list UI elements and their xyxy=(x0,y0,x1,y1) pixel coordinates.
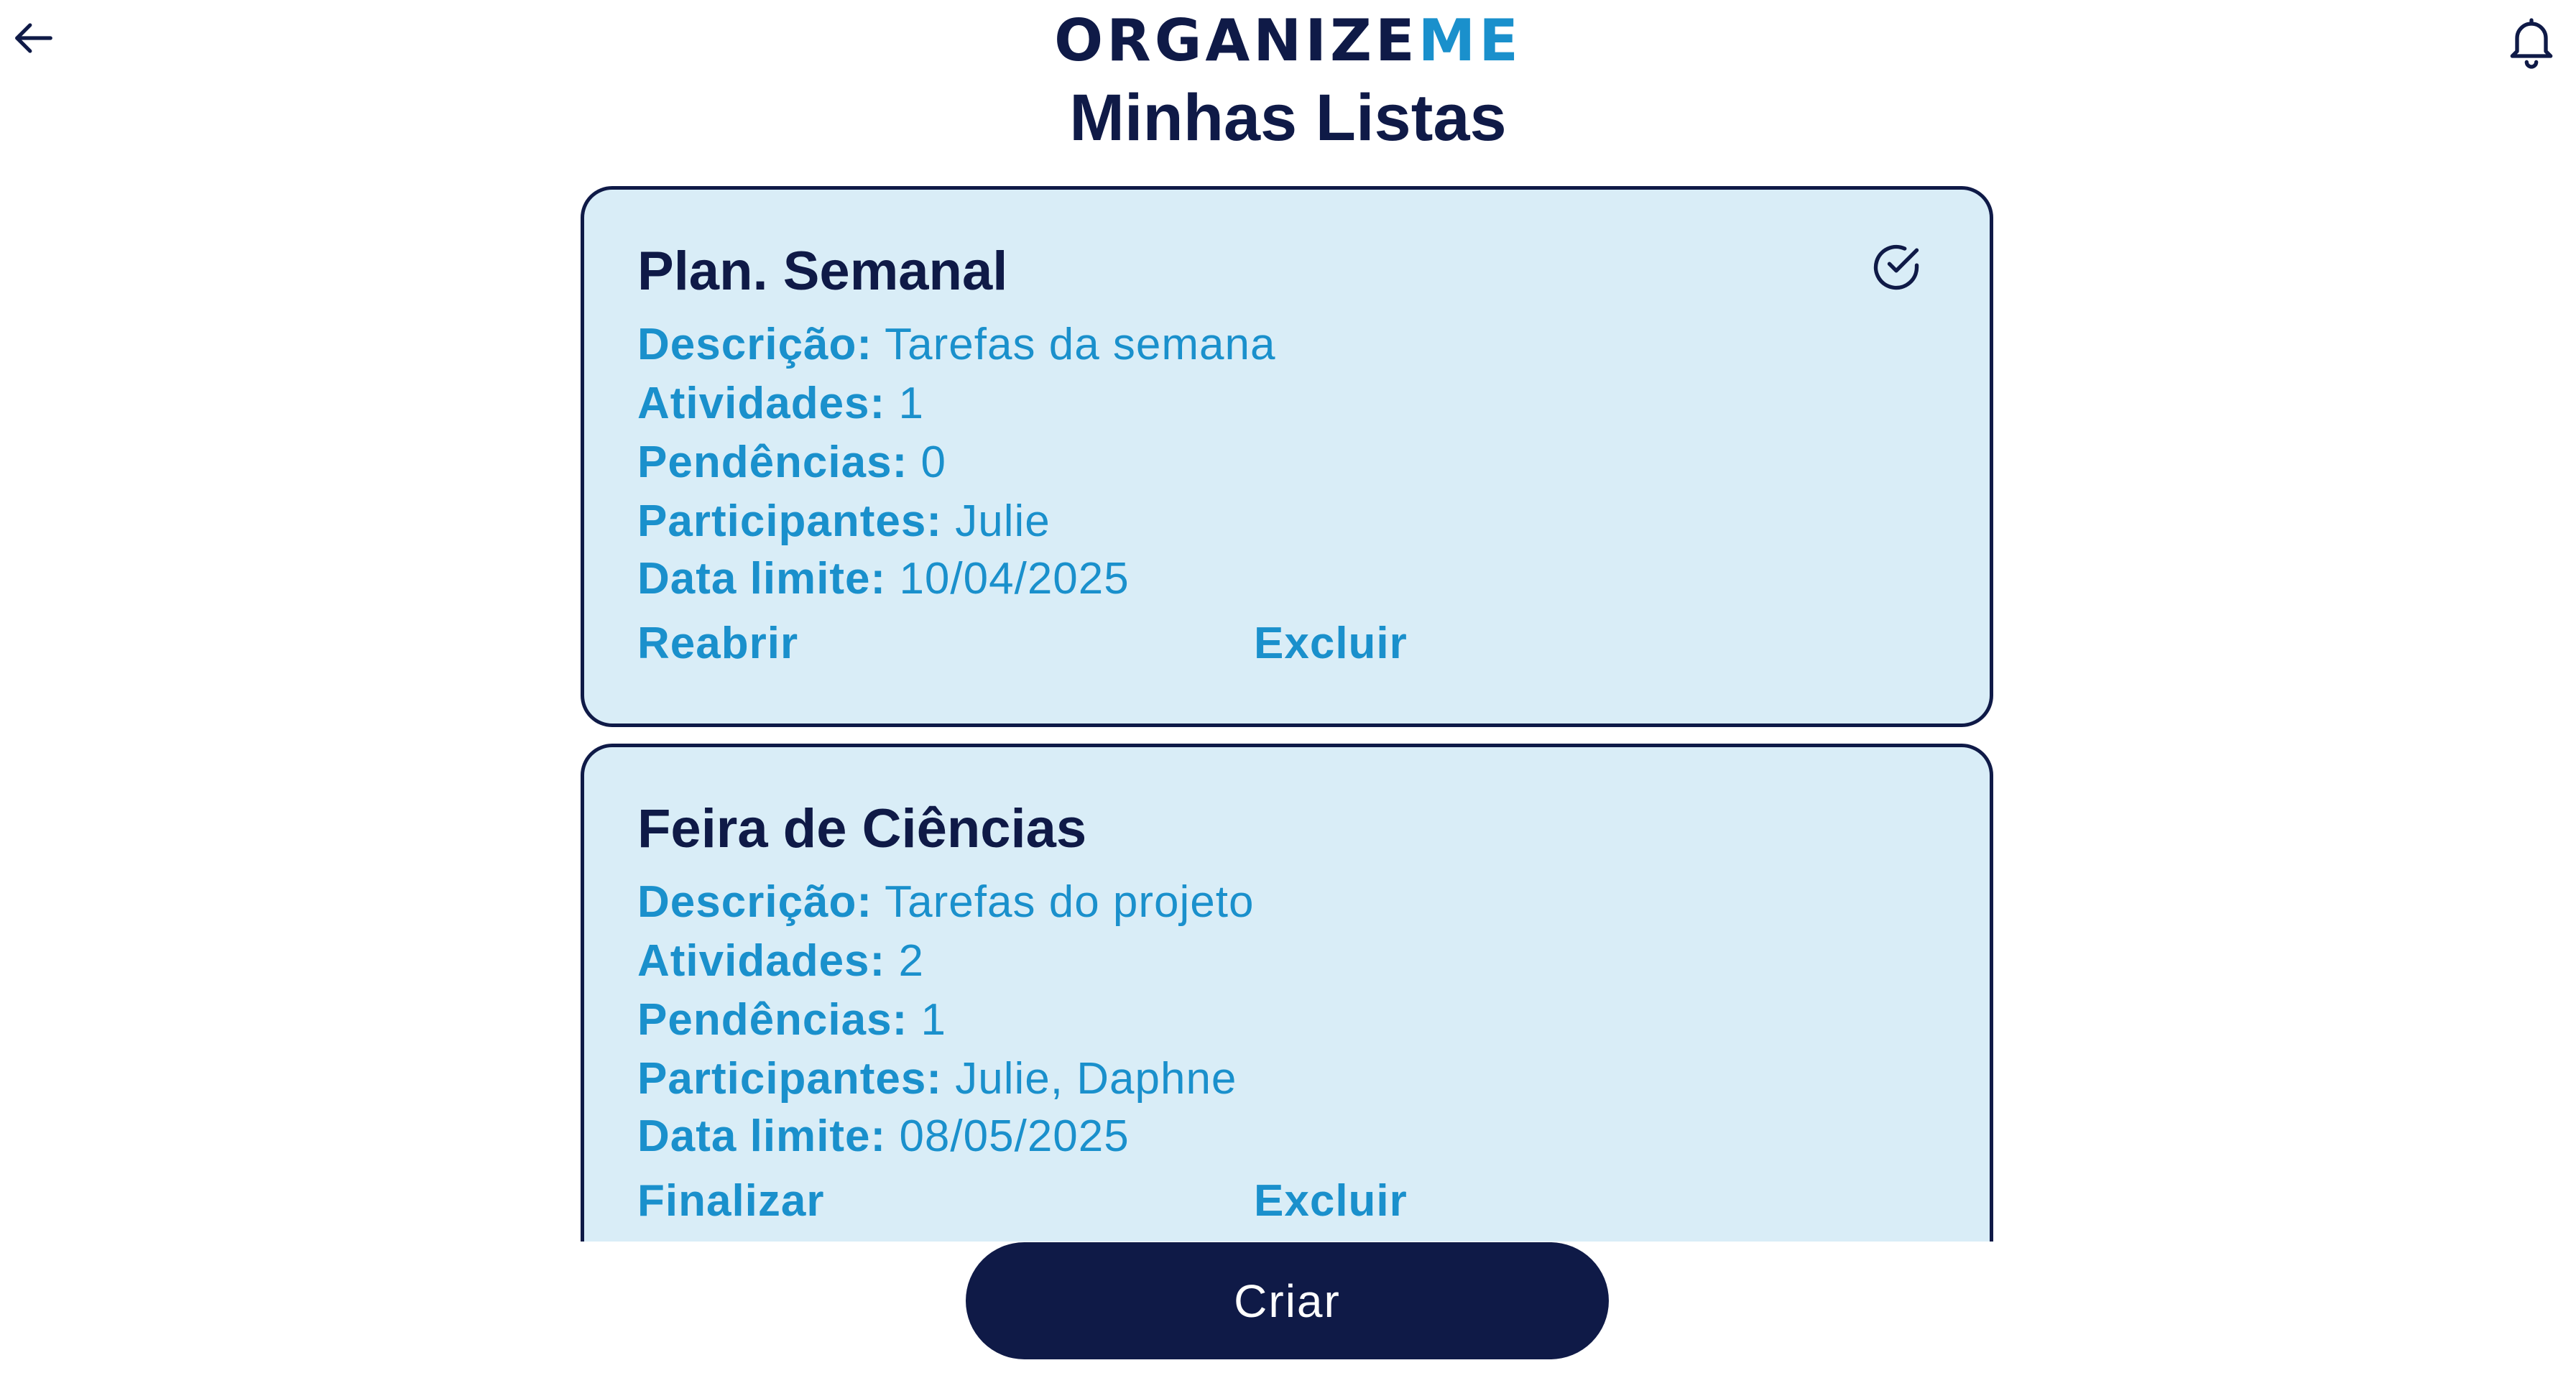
activities-label: Atividades: xyxy=(637,936,886,986)
participants-label: Participantes: xyxy=(637,1054,943,1104)
list-title: Plan. Semanal xyxy=(637,241,1008,302)
delete-button[interactable]: Excluir xyxy=(1254,618,1408,669)
list-participants: Participantes: Julie xyxy=(637,496,1051,547)
deadline-label: Data limite: xyxy=(637,554,887,604)
list-deadline: Data limite: 10/04/2025 xyxy=(637,553,1130,604)
pending-label: Pendências: xyxy=(637,438,908,487)
app-screen: ORGANIZEME Minhas Listas Plan. Semanal D… xyxy=(0,0,2576,1373)
description-value: Tarefas do projeto xyxy=(885,877,1255,927)
activities-value: 1 xyxy=(898,379,924,428)
finalize-button[interactable]: Finalizar xyxy=(637,1175,825,1226)
description-value: Tarefas da semana xyxy=(885,320,1276,369)
reopen-button[interactable]: Reabrir xyxy=(637,618,798,669)
participants-label: Participantes: xyxy=(637,496,943,546)
list-activities: Atividades: 1 xyxy=(637,378,924,429)
description-label: Descrição: xyxy=(637,877,873,927)
pending-value: 1 xyxy=(920,995,946,1045)
list-pending: Pendências: 1 xyxy=(637,994,946,1045)
list-card: Feira de Ciências Descrição: Tarefas do … xyxy=(581,744,1993,1242)
list-description: Descrição: Tarefas da semana xyxy=(637,319,1275,370)
create-list-button[interactable]: Criar xyxy=(966,1242,1609,1359)
pending-label: Pendências: xyxy=(637,995,908,1045)
list-description: Descrição: Tarefas do projeto xyxy=(637,877,1254,928)
deadline-value: 08/05/2025 xyxy=(899,1111,1130,1161)
list-activities: Atividades: 2 xyxy=(637,935,924,986)
pending-value: 0 xyxy=(920,438,946,487)
lists-container[interactable]: Plan. Semanal Descrição: Tarefas da sema… xyxy=(0,0,2576,1242)
activities-label: Atividades: xyxy=(637,379,886,428)
list-title: Feira de Ciências xyxy=(637,798,1087,859)
list-participants: Participantes: Julie, Daphne xyxy=(637,1053,1237,1104)
check-circle-icon xyxy=(1873,244,1919,290)
activities-value: 2 xyxy=(898,936,924,986)
participants-value: Julie, Daphne xyxy=(955,1054,1237,1104)
list-card: Plan. Semanal Descrição: Tarefas da sema… xyxy=(581,186,1993,727)
deadline-label: Data limite: xyxy=(637,1111,887,1161)
list-deadline: Data limite: 08/05/2025 xyxy=(637,1111,1130,1162)
deadline-value: 10/04/2025 xyxy=(899,554,1130,604)
participants-value: Julie xyxy=(955,496,1051,546)
list-pending: Pendências: 0 xyxy=(637,437,946,488)
delete-button[interactable]: Excluir xyxy=(1254,1175,1408,1226)
description-label: Descrição: xyxy=(637,320,873,369)
